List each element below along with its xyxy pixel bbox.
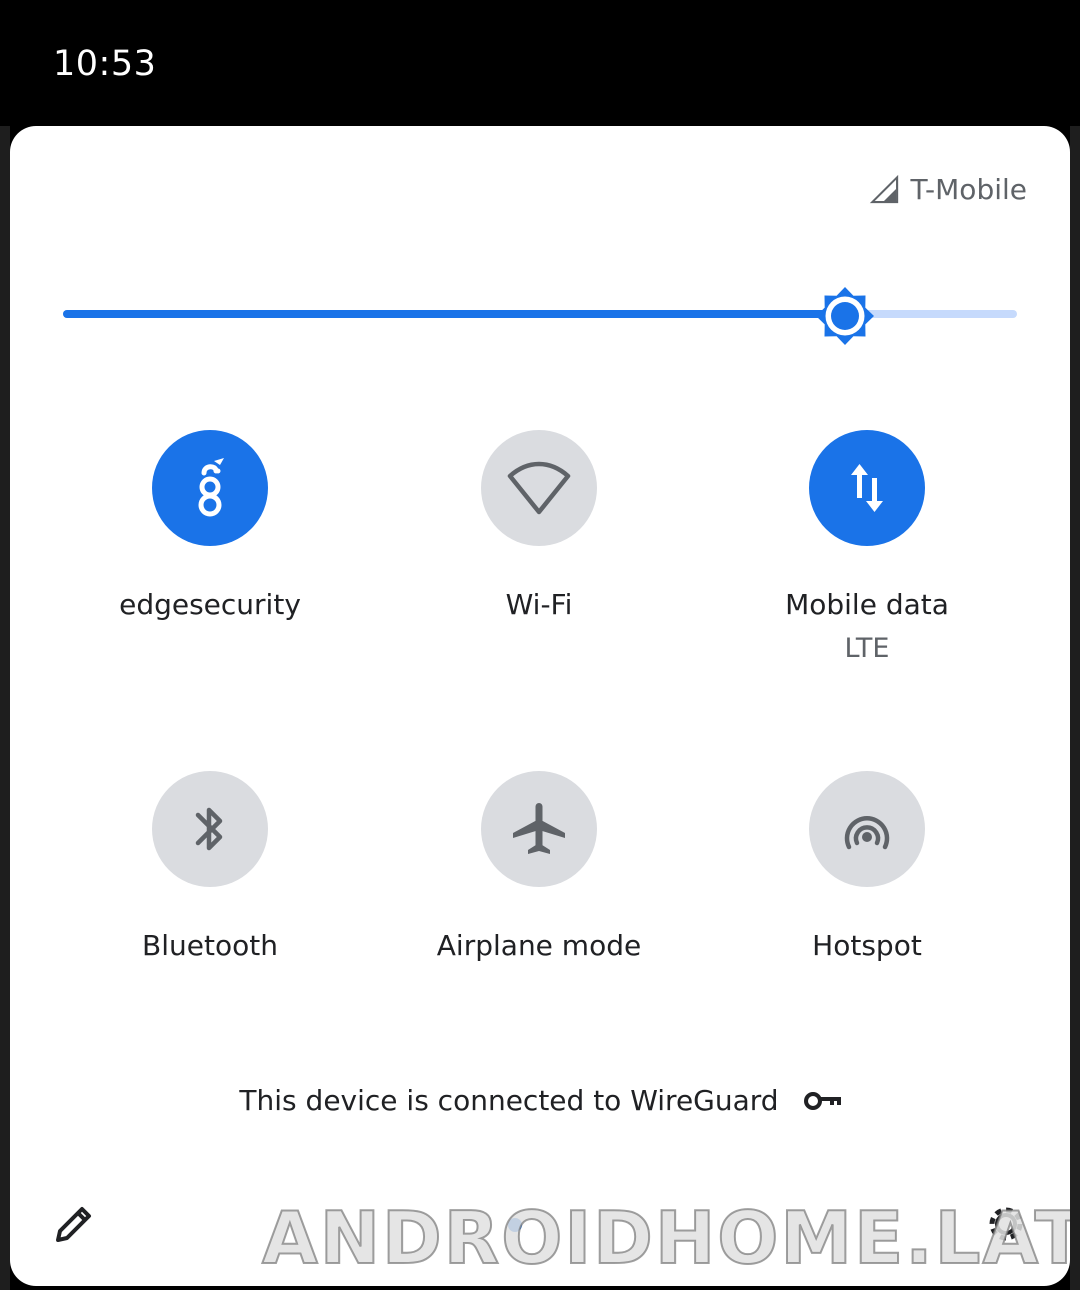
status-bar: 10:53	[0, 0, 1080, 126]
hotspot-icon	[844, 816, 890, 850]
vpn-status-text: This device is connected to WireGuard	[239, 1084, 779, 1117]
tile-airplane-mode-button[interactable]	[481, 771, 597, 887]
tile-wifi[interactable]: Wi-Fi	[389, 430, 689, 621]
brightness-slider[interactable]	[63, 286, 1017, 345]
background-left	[0, 126, 10, 1290]
tile-wifi-button[interactable]	[481, 430, 597, 546]
tile-airplane-mode-label: Airplane mode	[436, 929, 642, 962]
bluetooth-icon	[195, 807, 223, 851]
brightness-sun-icon[interactable]	[815, 286, 875, 346]
background-right	[1070, 126, 1080, 1290]
vpn-status[interactable]: This device is connected to WireGuard	[10, 1084, 1070, 1117]
tile-edgesecurity-label: edgesecurity	[119, 588, 301, 621]
pencil-icon[interactable]	[50, 1200, 98, 1248]
carrier-indicator: T-Mobile	[867, 172, 1027, 206]
tile-mobile-data[interactable]: Mobile data LTE	[717, 430, 1017, 664]
tile-edgesecurity[interactable]: edgesecurity	[60, 430, 360, 621]
tile-hotspot[interactable]: Hotspot	[717, 771, 1017, 962]
cell-signal-icon	[869, 174, 898, 204]
tile-bluetooth[interactable]: Bluetooth	[60, 771, 360, 962]
vpn-key-icon	[803, 1091, 841, 1110]
tile-hotspot-button[interactable]	[809, 771, 925, 887]
tile-wifi-label: Wi-Fi	[505, 588, 573, 621]
tile-bluetooth-label: Bluetooth	[142, 929, 278, 962]
tile-bluetooth-button[interactable]	[152, 771, 268, 887]
brightness-fill	[63, 310, 845, 318]
tile-airplane-mode[interactable]: Airplane mode	[389, 771, 689, 962]
status-clock: 10:53	[53, 44, 157, 84]
wifi-icon	[507, 461, 571, 515]
quick-settings-panel: T-Mobile edgesecurity Wi-Fi Mobile data …	[10, 126, 1070, 1286]
tile-edgesecurity-button[interactable]	[152, 430, 268, 546]
tile-mobile-data-button[interactable]	[809, 430, 925, 546]
airplane-icon	[513, 803, 565, 854]
mobile-data-icon	[851, 464, 883, 512]
carrier-name: T-Mobile	[910, 172, 1027, 206]
watermark: ANDROIDHOME.LAT	[261, 1195, 1070, 1281]
wireguard-icon	[198, 458, 224, 517]
tile-hotspot-label: Hotspot	[812, 929, 922, 962]
tile-mobile-data-sublabel: LTE	[844, 633, 890, 664]
tile-mobile-data-label: Mobile data	[785, 588, 949, 621]
